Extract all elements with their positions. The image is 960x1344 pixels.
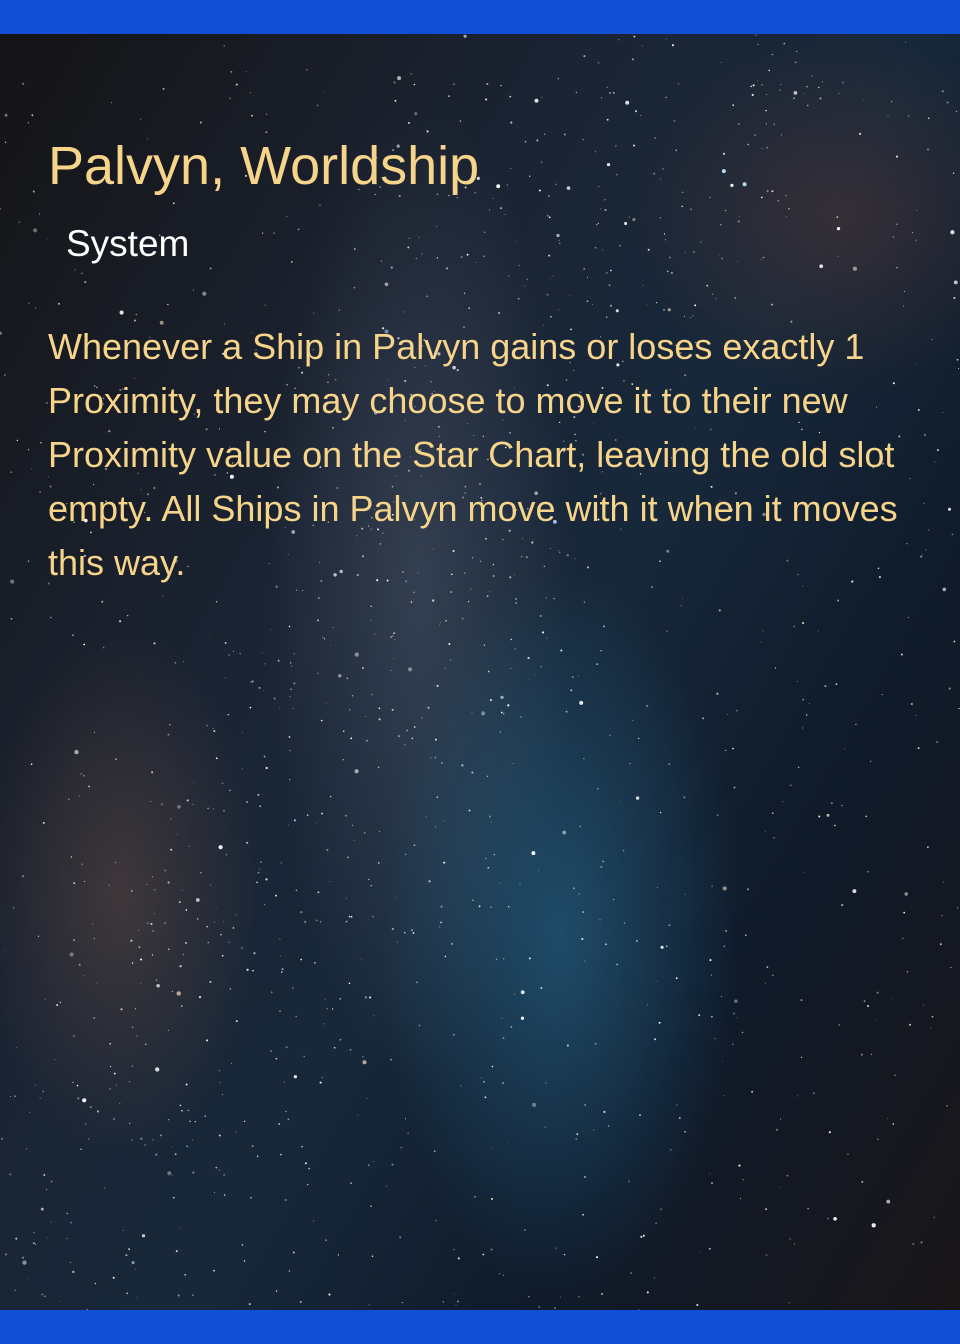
card-content: Palvyn, Worldship System Whenever a Ship…	[0, 34, 960, 1310]
card-type: System	[66, 223, 190, 264]
card-title: Palvyn, Worldship	[48, 136, 480, 196]
card-page: Palvyn, Worldship System Whenever a Ship…	[0, 0, 960, 1344]
top-frame-bar	[0, 0, 960, 34]
bottom-frame-bar	[0, 1310, 960, 1344]
card-rules-text: Whenever a Ship in Palvyn gains or loses…	[48, 326, 898, 583]
